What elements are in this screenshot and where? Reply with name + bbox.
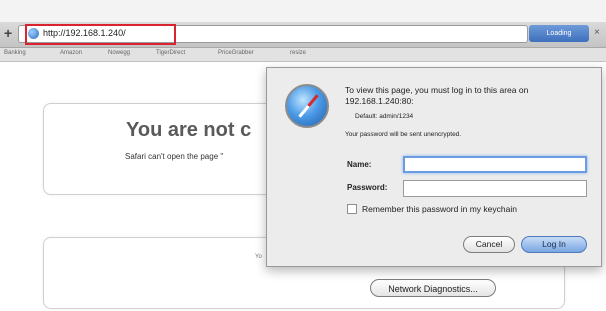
bookmark-item[interactable]: resize (290, 50, 306, 56)
stop-icon[interactable]: × (594, 27, 600, 38)
name-field[interactable] (403, 156, 587, 173)
login-message: To view this page, you must log in to th… (345, 85, 529, 106)
bookmark-item[interactable]: PriceGrabber (218, 50, 254, 56)
safari-compass-icon (285, 84, 329, 128)
network-diagnostics-button[interactable]: Network Diagnostics... (370, 279, 496, 297)
bookmark-item[interactable]: Banking (4, 50, 26, 56)
compass-needle (298, 94, 319, 118)
remember-password-label[interactable]: Remember this password in my keychain (362, 204, 517, 214)
name-label: Name: (347, 160, 372, 169)
error-title: You are not c (126, 119, 252, 141)
default-credentials-text: Default: admin/1234 (355, 113, 414, 120)
bookmark-item[interactable]: Nowegg (108, 50, 130, 56)
bookmark-item[interactable]: Amazon (60, 50, 82, 56)
remember-password-checkbox[interactable] (347, 204, 357, 214)
bookmarks-bar: Banking Amazon Nowegg TigerDirect PriceG… (0, 48, 606, 62)
error-body: Safari can't open the page " (125, 152, 224, 161)
loading-label: Loading (546, 30, 572, 37)
loading-indicator: Loading (529, 25, 589, 42)
url-highlight-box (25, 24, 176, 45)
password-field[interactable] (403, 180, 587, 197)
bookmark-item[interactable]: TigerDirect (156, 50, 185, 56)
add-bookmark-icon[interactable]: + (4, 25, 12, 41)
window-top-strip (0, 0, 606, 22)
login-button[interactable]: Log In (521, 236, 587, 253)
diagnostics-card-text: Yo (255, 254, 262, 260)
cancel-button[interactable]: Cancel (463, 236, 515, 253)
unencrypted-notice: Your password will be sent unencrypted. (345, 131, 462, 138)
password-label: Password: (347, 183, 388, 192)
login-dialog: To view this page, you must log in to th… (266, 67, 602, 267)
